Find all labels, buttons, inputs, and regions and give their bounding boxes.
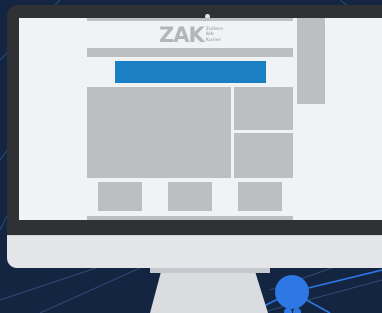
stand-shadow [150, 268, 270, 273]
side-article-placeholder[interactable] [234, 133, 293, 178]
sidebar-ad-placeholder [297, 18, 325, 104]
monitor-chin [7, 235, 382, 268]
main-article-image-placeholder[interactable] [87, 87, 231, 178]
teaser-placeholder[interactable] [238, 182, 282, 211]
network-line [39, 267, 141, 313]
logo-text: ZAK [159, 23, 205, 47]
navigation-bar[interactable] [87, 48, 293, 57]
site-logo[interactable]: ZAK Zollern Alb Kurier [159, 24, 223, 46]
teaser-placeholder[interactable] [98, 182, 142, 211]
logo-subtext-line: Kurier [205, 37, 222, 43]
monitor-screen: ZAK Zollern Alb Kurier [19, 18, 382, 220]
monitor-stand [150, 268, 268, 313]
top-nav-bar [87, 18, 293, 21]
logo-subtext: Zollern Alb Kurier [206, 27, 223, 43]
banner-placeholder[interactable] [115, 61, 266, 83]
teaser-placeholder[interactable] [168, 182, 212, 211]
side-article-placeholder[interactable] [234, 87, 293, 130]
footer-bar [87, 216, 293, 220]
network-node [275, 275, 309, 309]
